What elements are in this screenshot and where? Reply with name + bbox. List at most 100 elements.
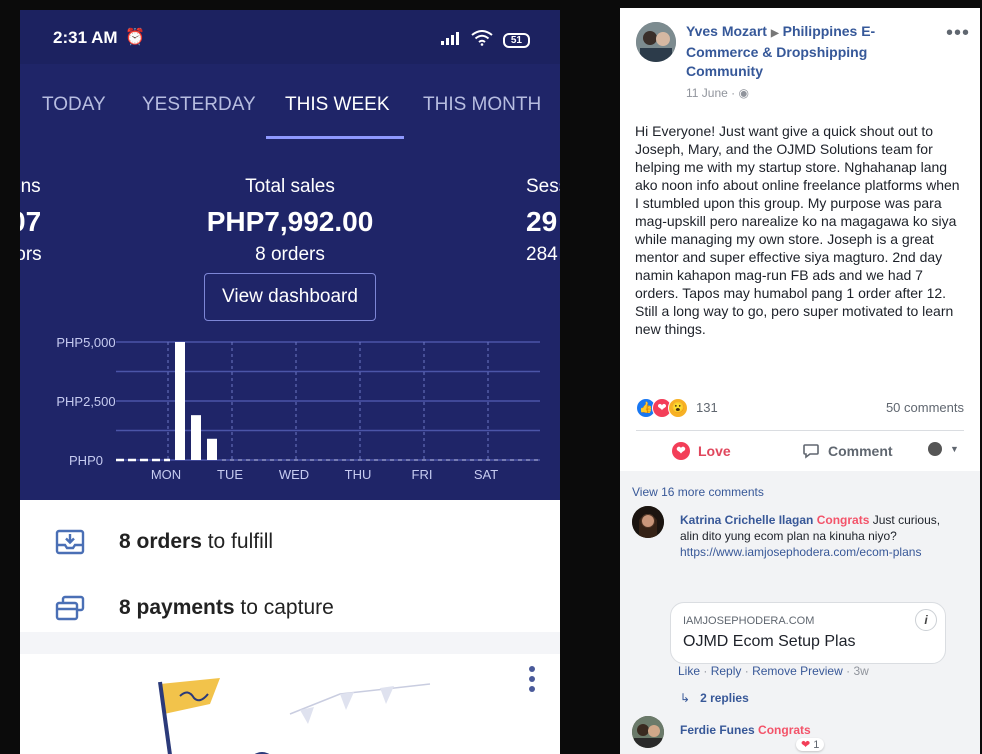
wifi-icon (471, 30, 493, 51)
comments-count[interactable]: 50 comments (886, 400, 964, 415)
love-label: Love (698, 443, 731, 459)
tab-yesterday[interactable]: YESTERDAY (142, 94, 256, 116)
signal-icon (440, 31, 461, 50)
user-avatar-small (928, 442, 942, 456)
view-dashboard-button[interactable]: View dashboard (204, 273, 376, 321)
total-sales-orders: 8 orders (255, 244, 325, 265)
reply-arrow-icon: ↳ (680, 691, 691, 705)
comment-actions: Like · Reply · Remove Preview · 3w (678, 664, 869, 678)
post-body: Hi Everyone! Just want give a quick shou… (635, 123, 960, 337)
comment2-reactions[interactable]: ❤ 1 (796, 738, 825, 751)
sales-chart: PHP5,000 PHP2,500 PHP0 MON TUE WED THU FRI SAT (56, 335, 540, 482)
commenter2-name[interactable]: Ferdie Funes (680, 723, 755, 737)
task-orders-to-fulfill[interactable]: 8 orders to fulfill (20, 514, 560, 570)
metric-right-sub: 284 (526, 244, 558, 265)
commenter-avatar[interactable] (632, 506, 664, 538)
post-date[interactable]: 11 June (686, 86, 728, 100)
total-sales-title: Total sales (245, 176, 335, 197)
shopify-phone-screen: 2:31 AM ⏰ 51 TODAY YESTERDAY THIS WEEK T… (20, 10, 560, 754)
task-fulfill-text: to fulfill (201, 530, 274, 553)
link-preview-card[interactable]: IAMJOSEPHODERA.COM OJMD Ecom Setup Plas … (670, 602, 946, 664)
metric-right-value: 29 (526, 206, 558, 237)
chart-x-tick-label: FRI (412, 467, 433, 482)
wow-reaction-icon[interactable]: 😮 (668, 398, 688, 418)
illustration-card (20, 654, 560, 754)
comment2-reaction-count: 1 (813, 739, 820, 751)
tasks-card: 8 orders to fulfill 8 payments to captur… (20, 500, 560, 632)
active-tab-underline (266, 136, 404, 139)
comment-like-link[interactable]: Like (678, 664, 700, 678)
chart-bar (207, 438, 217, 460)
author-name[interactable]: Yves Mozart (686, 23, 767, 39)
comment2-tag: Congrats (758, 723, 811, 737)
chart-x-tick-label: MON (151, 467, 181, 482)
metric-left-sub: tors (20, 244, 42, 265)
inbox-download-icon (55, 529, 85, 555)
comment-button[interactable]: Comment (802, 442, 893, 460)
chart-y-tick-label: PHP0 (69, 453, 103, 468)
preview-title: OJMD Ecom Setup Plas (683, 633, 856, 650)
task-fulfill-label: 8 orders to fulfill (119, 530, 273, 554)
comment-reply-link[interactable]: Reply (711, 664, 742, 678)
task-capture-text: to capture (234, 596, 334, 619)
love-button[interactable]: ❤ Love (672, 442, 731, 460)
reaction-count[interactable]: 131 (696, 400, 718, 415)
actions-divider (636, 430, 964, 431)
post-meta: 11 June · ◉ (686, 86, 749, 100)
info-icon[interactable]: i (915, 609, 937, 631)
chevron-down-icon: ▼ (950, 444, 959, 454)
task-payments-to-capture[interactable]: 8 payments to capture (20, 580, 560, 636)
post-options-icon[interactable]: ••• (946, 22, 970, 45)
chart-x-tick-label: THU (345, 467, 372, 482)
comment-bubble: Katrina Crichelle Ilagan Congrats Just c… (670, 506, 954, 568)
task-fulfill-count: 8 orders (119, 530, 202, 553)
alarm-off-icon: ⏰ (125, 29, 145, 46)
chart-y-tick-label: PHP2,500 (56, 394, 115, 409)
more-options-icon[interactable] (528, 666, 536, 696)
view-more-comments[interactable]: View 16 more comments (632, 485, 764, 499)
post-actions: ❤ Love Comment ▼ (636, 438, 964, 466)
total-sales-value: PHP7,992.00 (206, 206, 374, 237)
celebration-illustration (158, 678, 431, 754)
metric-left-partial: ons 07 tors (20, 176, 74, 266)
chart-x-tick-label: TUE (217, 467, 243, 482)
chart-bar (175, 342, 185, 460)
comment-link[interactable]: https://www.iamjosephodera.com/ecom-plan… (680, 545, 921, 559)
comment-tag: Congrats (816, 513, 870, 527)
comment-label: Comment (828, 443, 893, 459)
metric-total-sales: Total sales PHP7,992.00 8 orders (180, 176, 400, 266)
tab-this-month[interactable]: THIS MONTH (423, 94, 541, 116)
chart-bar (191, 415, 201, 460)
facebook-post: Yves Mozart ▶ Philippines E-Commerce & Dro… (620, 8, 980, 754)
payment-cards-icon (55, 595, 85, 621)
status-bar: 2:31 AM ⏰ 51 (20, 10, 560, 64)
comment-time[interactable]: 3w (853, 664, 868, 678)
chart-y-tick-label: PHP5,000 (56, 335, 115, 350)
metric-right-title: Sess (526, 176, 560, 197)
task-capture-count: 8 payments (119, 596, 235, 619)
share-arrow-icon: ▶ (770, 28, 779, 39)
chart-x-tick-label: SAT (474, 467, 498, 482)
preview-domain: IAMJOSEPHODERA.COM (683, 615, 815, 627)
metric-right-partial: Sess 29 284 (526, 176, 560, 266)
commenter2-avatar[interactable] (632, 716, 664, 748)
analytics-header: TODAY YESTERDAY THIS WEEK THIS MONTH ons… (20, 64, 560, 500)
metric-left-title: ons (20, 176, 41, 197)
battery-indicator: 51 (502, 33, 530, 48)
audience-selector[interactable]: ▼ (928, 442, 959, 456)
remove-preview-link[interactable]: Remove Preview (752, 664, 843, 678)
love-icon: ❤ (672, 442, 690, 460)
tab-this-week[interactable]: THIS WEEK (285, 94, 390, 116)
reactions-bar: 👍 ❤ 😮 131 50 comments (636, 398, 964, 418)
status-time: 2:31 AM (53, 28, 118, 47)
author-avatar[interactable] (636, 22, 676, 62)
tab-today[interactable]: TODAY (42, 94, 106, 116)
globe-icon: ◉ (738, 86, 749, 100)
view-replies-link[interactable]: ↳ 2 replies (680, 691, 749, 705)
post-author-line: Yves Mozart ▶ Philippines E-Commerce & Dro… (686, 22, 936, 81)
commenter-name[interactable]: Katrina Crichelle Ilagan (680, 513, 813, 527)
love-reaction-small-icon: ❤ (801, 739, 811, 751)
task-capture-label: 8 payments to capture (119, 596, 334, 620)
status-icons: 51 (440, 30, 530, 51)
comment-icon (803, 444, 819, 459)
